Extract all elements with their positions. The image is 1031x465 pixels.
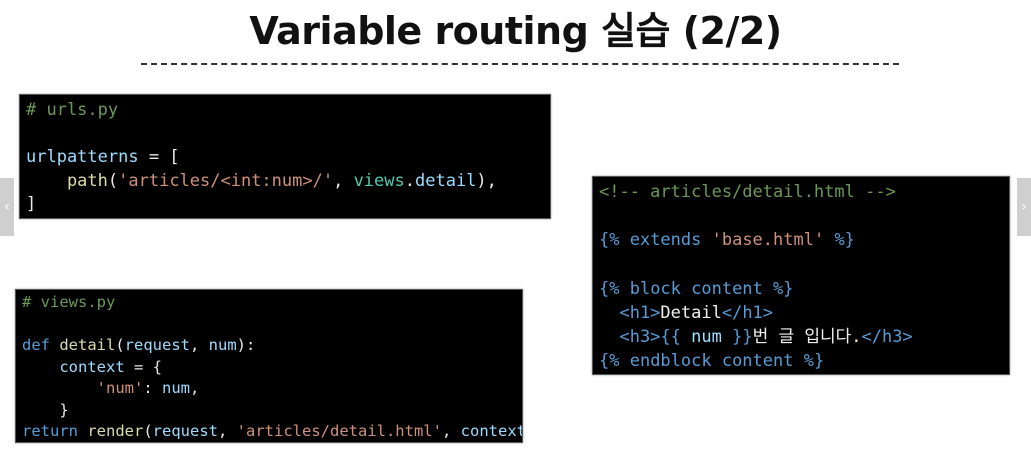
code-line: <h1>Detail</h1> <box>599 301 1003 325</box>
code-token: : <box>143 379 162 397</box>
code-token: context <box>22 357 125 376</box>
code-token: detail <box>415 170 477 191</box>
code-token: , <box>190 379 200 397</box>
code-line: # urls.py <box>26 99 544 123</box>
code-token: ( <box>107 170 119 191</box>
code-line: <h3>{{ num }}번 글 입니다.</h3> <box>599 325 1003 349</box>
code-token: . <box>404 170 415 191</box>
code-token: {% <box>599 278 630 299</box>
code-line: <!-- articles/detail.html --> <box>599 180 1003 204</box>
code-token: {% <box>599 351 630 372</box>
code-token: ( <box>115 336 125 354</box>
code-token: } <box>22 400 69 419</box>
code-line: } <box>22 400 516 422</box>
code-token: ): <box>236 336 256 354</box>
code-token: , <box>441 422 461 440</box>
title-divider <box>141 63 899 65</box>
code-line: ​ <box>599 253 1003 277</box>
code-token: render <box>87 422 144 440</box>
code-token: num <box>162 379 190 397</box>
code-token: # views.py <box>22 293 116 311</box>
code-token: ( <box>143 422 153 440</box>
code-token: endblock content <box>629 351 794 372</box>
code-token: urlpatterns <box>26 147 139 167</box>
code-token: = { <box>124 357 162 376</box>
slide-title: Variable routing 실습 (2/2) <box>249 9 782 53</box>
code-line: urlpatterns = [ <box>26 146 544 170</box>
code-token: detail <box>59 336 116 354</box>
code-token: %} <box>762 278 794 299</box>
code-line: 'num': num, <box>22 378 516 400</box>
code-token: }} <box>721 327 753 348</box>
code-token: 'num' <box>96 379 144 397</box>
code-token: return <box>22 422 88 440</box>
code-token: <h1> <box>599 302 661 323</box>
code-token: {% <box>599 230 630 251</box>
code-token: def <box>22 336 60 354</box>
code-token: 번 글 입니다. <box>752 327 862 348</box>
code-line: return render(request, 'articles/detail.… <box>22 421 522 442</box>
urls-code-block: # urls.py ​urlpatterns = [ path('articles… <box>19 94 551 219</box>
code-token: = [ <box>138 147 180 167</box>
code-token: ), <box>476 170 497 191</box>
code-line: {% extends 'base.html' %} <box>599 228 1003 252</box>
code-line: # views.py <box>22 292 516 314</box>
code-line: ​ <box>599 204 1003 228</box>
code-line: {% endblock content %} <box>599 349 1003 373</box>
code-token: ] <box>26 194 37 214</box>
code-token: , <box>333 170 354 191</box>
code-line: context = { <box>22 357 516 379</box>
template-code-block: <!-- articles/detail.html -->​{% extends… <box>592 176 1010 375</box>
code-token: 'articles/detail.html' <box>236 422 442 440</box>
code-token: </h3> <box>861 327 913 348</box>
code-token: , <box>190 336 209 354</box>
next-slide-button[interactable]: › <box>1017 178 1031 236</box>
code-token: num <box>208 336 237 354</box>
code-token: request <box>124 336 190 354</box>
code-token: {{ <box>660 327 692 348</box>
views-code-block: # views.py​def detail(request, num): con… <box>15 289 523 443</box>
code-token: views <box>353 170 405 191</box>
code-token: path <box>26 170 108 191</box>
code-token: </h1> <box>721 302 774 323</box>
code-token: 'base.html' <box>711 230 825 251</box>
code-line: path('articles/<int:num>/', views.detail… <box>26 170 544 194</box>
code-token: request <box>152 422 218 440</box>
code-token: %} <box>824 230 855 251</box>
code-token: <h3> <box>599 327 661 348</box>
code-line: ] <box>26 193 544 217</box>
code-token: num <box>691 327 722 348</box>
code-token: context <box>460 422 523 440</box>
code-token: , <box>218 422 237 440</box>
prev-slide-button[interactable]: ‹ <box>0 178 14 236</box>
code-token: # urls.py <box>26 100 119 120</box>
code-line: ​ <box>26 123 544 147</box>
code-line: {% block content %} <box>599 277 1003 301</box>
code-token: <!-- articles/detail.html --> <box>599 182 896 202</box>
code-token: extends <box>629 230 712 251</box>
code-line: ​ <box>22 314 516 336</box>
code-line: def detail(request, num): <box>22 335 516 357</box>
code-token: 'articles/<int:num>/' <box>118 170 334 191</box>
code-token: %} <box>793 351 825 372</box>
code-token: block content <box>629 278 763 299</box>
code-token: Detail <box>660 302 722 323</box>
